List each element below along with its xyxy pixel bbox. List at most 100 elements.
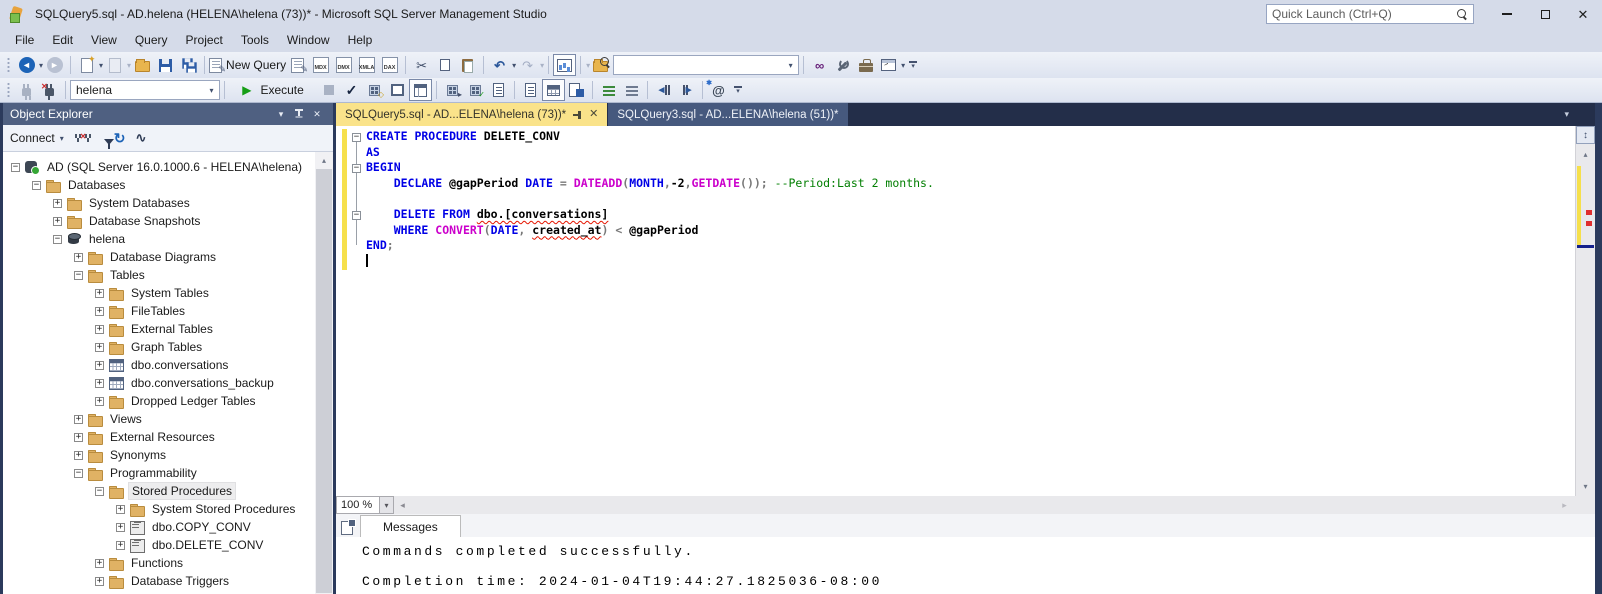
tree-item-stored-procedures[interactable]: −Stored Procedures <box>3 482 313 500</box>
decrease-indent-button[interactable]: ◂ <box>652 79 675 101</box>
results-to-text-button[interactable] <box>519 79 542 101</box>
mdx-query-button[interactable]: MDX <box>309 54 332 76</box>
results-to-grid-button[interactable] <box>542 79 565 101</box>
dax-query-button[interactable]: DAX <box>378 54 401 76</box>
expand-icon[interactable]: + <box>95 289 104 298</box>
scroll-up-arrow[interactable]: ▴ <box>315 152 333 168</box>
command-window-button[interactable]: > <box>877 54 900 76</box>
vs-launcher-button[interactable]: ∞ <box>808 54 831 76</box>
database-selector-caret[interactable]: ▾ <box>204 81 219 99</box>
messages-tab[interactable]: Messages <box>360 515 461 537</box>
cancel-query-button[interactable] <box>317 79 340 101</box>
close-button[interactable]: ✕ <box>1564 0 1602 28</box>
menu-item-help[interactable]: Help <box>339 29 382 51</box>
undo-button[interactable]: ↶ <box>488 54 511 76</box>
outline-collapse-box[interactable]: − <box>352 133 361 142</box>
find-in-files-button[interactable] <box>590 54 613 76</box>
navigate-backward-button[interactable]: ◄ <box>15 54 38 76</box>
expand-icon[interactable]: + <box>95 559 104 568</box>
tree-item-partial[interactable]: + <box>3 590 313 594</box>
toolbar-overflow-button-2[interactable]: ▾ <box>730 80 746 100</box>
collapse-icon[interactable]: − <box>32 181 41 190</box>
tree-item-ad-sql-server-16-0-1000-6-helena-helena-[interactable]: −AD (SQL Server 16.0.1000.6 - HELENA\hel… <box>3 158 313 176</box>
specify-template-parameters-button[interactable]: @ <box>707 79 730 101</box>
quick-launch-input[interactable] <box>1272 7 1457 21</box>
display-estimated-plan-button[interactable]: ◇ <box>363 79 386 101</box>
new-query-button[interactable]: New Query <box>209 54 286 76</box>
outline-collapse-box[interactable]: − <box>352 164 361 173</box>
comment-selection-button[interactable] <box>597 79 620 101</box>
menu-item-edit[interactable]: Edit <box>43 29 82 51</box>
include-client-statistics-button[interactable] <box>487 79 510 101</box>
collapse-icon[interactable]: − <box>53 235 62 244</box>
menu-item-file[interactable]: File <box>6 29 43 51</box>
code-pane[interactable]: −CREATE PROCEDURE DELETE_CONVAS−BEGIN DE… <box>349 129 1565 269</box>
sql-editor[interactable]: −CREATE PROCEDURE DELETE_CONVAS−BEGIN DE… <box>336 126 1595 496</box>
menu-item-view[interactable]: View <box>82 29 126 51</box>
tree-item-dbo-conversations-backup[interactable]: +dbo.conversations_backup <box>3 374 313 392</box>
expand-icon[interactable]: + <box>95 307 104 316</box>
tree-scrollbar[interactable]: ▴ <box>315 152 333 594</box>
quick-launch-box[interactable] <box>1266 4 1474 24</box>
tree-item-system-stored-procedures[interactable]: +System Stored Procedures <box>3 500 313 518</box>
expand-icon[interactable]: + <box>95 325 104 334</box>
include-actual-plan-button[interactable]: ✓ <box>464 79 487 101</box>
database-selector[interactable]: helena ▾ <box>70 80 220 100</box>
intellisense-enabled-button[interactable] <box>409 79 432 101</box>
expand-icon[interactable]: + <box>95 343 104 352</box>
hscroll-left-arrow[interactable]: ◂ <box>394 500 411 511</box>
expand-icon[interactable]: + <box>116 523 125 532</box>
toolbar-overflow-button[interactable]: ▾ <box>905 55 921 75</box>
results-to-file-button[interactable] <box>565 79 588 101</box>
tree-item-system-tables[interactable]: +System Tables <box>3 284 313 302</box>
refresh-button[interactable]: ↻ <box>114 131 126 145</box>
window-position-caret[interactable]: ▾ <box>272 109 290 120</box>
tab-close-icon[interactable]: ✕ <box>589 109 598 120</box>
tab-pin-icon[interactable] <box>573 110 582 120</box>
collapse-icon[interactable]: − <box>95 487 104 496</box>
tree-item-external-tables[interactable]: +External Tables <box>3 320 313 338</box>
expand-icon[interactable]: + <box>116 505 125 514</box>
expand-icon[interactable]: + <box>74 415 83 424</box>
tree-item-helena[interactable]: −helena <box>3 230 313 248</box>
collapse-icon[interactable]: − <box>74 469 83 478</box>
toolbox-button[interactable] <box>854 54 877 76</box>
redo-caret[interactable]: ▾ <box>540 61 544 70</box>
uncomment-selection-button[interactable] <box>620 79 643 101</box>
outline-collapse-box[interactable]: − <box>352 211 361 220</box>
tree-item-database-diagrams[interactable]: +Database Diagrams <box>3 248 313 266</box>
expand-icon[interactable]: + <box>95 379 104 388</box>
activity-monitor-icon[interactable]: ∿ <box>135 130 146 146</box>
zoom-selector[interactable]: 100 % <box>336 496 380 514</box>
split-editor-handle[interactable]: ↕ <box>1576 126 1595 144</box>
tree-item-dbo-copy-conv[interactable]: +dbo.COPY_CONV <box>3 518 313 536</box>
copy-button[interactable] <box>433 54 456 76</box>
xmla-query-button[interactable]: XMLA <box>355 54 378 76</box>
tree-item-graph-tables[interactable]: +Graph Tables <box>3 338 313 356</box>
save-button[interactable] <box>154 54 177 76</box>
expand-icon[interactable]: + <box>95 397 104 406</box>
specify-template-values-button[interactable]: ▸ <box>441 79 464 101</box>
expand-icon[interactable]: + <box>116 541 125 550</box>
tree-scrollbar-thumb[interactable] <box>316 169 332 593</box>
increase-indent-button[interactable]: ▸ <box>675 79 698 101</box>
connect-button[interactable]: Connect▾ <box>10 131 64 145</box>
expand-icon[interactable]: + <box>95 577 104 586</box>
expand-icon[interactable]: + <box>74 451 83 460</box>
collapse-icon[interactable]: − <box>11 163 20 172</box>
editor-scroll-down[interactable]: ▾ <box>1576 478 1595 494</box>
collapse-icon[interactable]: − <box>74 271 83 280</box>
tree-item-database-triggers[interactable]: +Database Triggers <box>3 572 313 590</box>
expand-icon[interactable]: + <box>53 217 62 226</box>
paste-button[interactable] <box>456 54 479 76</box>
editor-vertical-scrollbar[interactable]: ↕ ▴ ▾ <box>1575 126 1595 496</box>
tree-item-external-resources[interactable]: +External Resources <box>3 428 313 446</box>
query-options-button[interactable] <box>386 79 409 101</box>
toolbar-grip[interactable] <box>6 57 11 73</box>
menu-item-tools[interactable]: Tools <box>232 29 278 51</box>
dmx-query-button[interactable]: DMX <box>332 54 355 76</box>
find-combobox-caret[interactable]: ▾ <box>783 56 798 74</box>
expand-icon[interactable]: + <box>53 199 62 208</box>
save-all-button[interactable] <box>177 54 200 76</box>
tree-item-synonyms[interactable]: +Synonyms <box>3 446 313 464</box>
